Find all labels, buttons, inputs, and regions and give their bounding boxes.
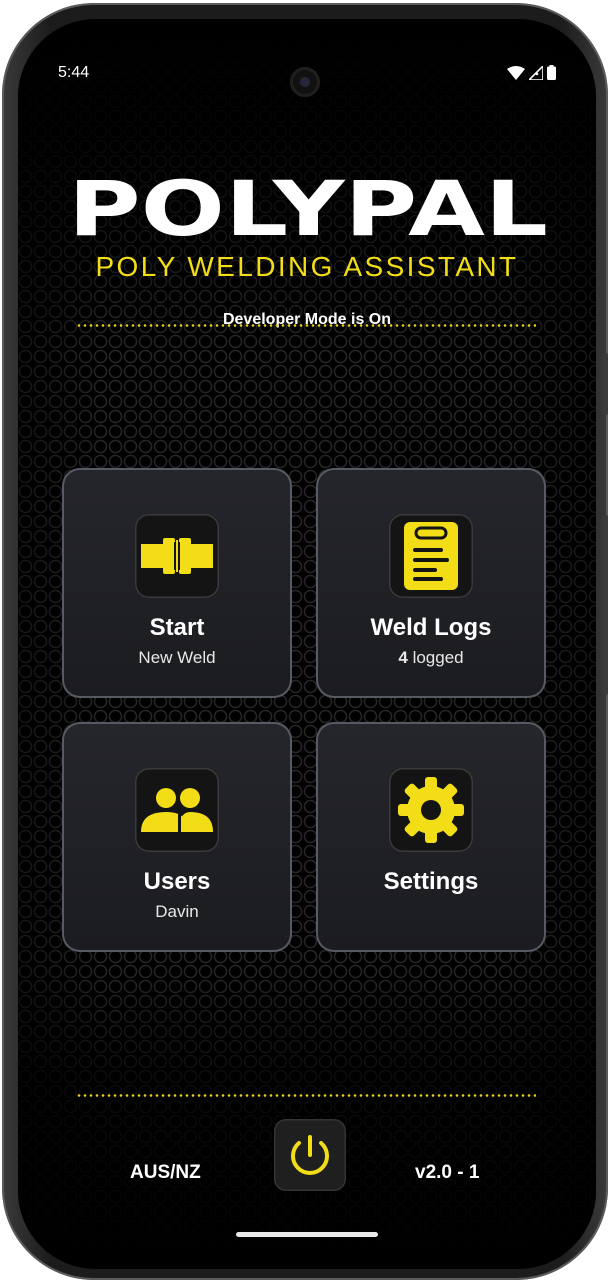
power-side-button xyxy=(603,515,608,695)
region-label: AUS/NZ xyxy=(130,1162,201,1183)
weld-logs-count: 4 xyxy=(398,648,408,667)
bottom-divider xyxy=(76,1094,536,1097)
power-icon xyxy=(291,1135,329,1175)
battery-icon xyxy=(547,65,556,80)
cell-signal-icon xyxy=(529,65,543,80)
pipe-coupler-icon xyxy=(141,538,213,574)
svg-text:POLYPAL: POLYPAL xyxy=(68,177,548,237)
front-camera xyxy=(290,67,320,97)
weld-logs-tile[interactable]: Weld Logs 4 logged xyxy=(316,468,546,698)
clipboard-list-icon xyxy=(404,522,458,590)
start-subtitle: New Weld xyxy=(138,648,216,667)
weld-logs-label: logged xyxy=(412,648,464,667)
wifi-icon xyxy=(507,65,525,80)
app-subtitle: POLY WELDING ASSISTANT xyxy=(95,251,519,282)
power-button[interactable] xyxy=(274,1119,346,1191)
settings-title: Settings xyxy=(383,868,479,895)
start-tile[interactable]: Start New Weld xyxy=(62,468,292,698)
users-subtitle: Davin xyxy=(155,902,199,921)
start-title: Start xyxy=(149,614,205,641)
phone-frame: 5:44 POLYPAL POLY WELDING ASSISTANT Deve… xyxy=(2,3,608,1280)
settings-tile[interactable]: Settings xyxy=(316,722,546,952)
volume-button xyxy=(603,353,608,415)
users-icon xyxy=(141,788,213,832)
weld-logs-subtitle: 4 logged xyxy=(316,648,546,668)
status-icons xyxy=(507,65,556,80)
users-title: Users xyxy=(143,868,211,895)
home-indicator[interactable] xyxy=(236,1232,378,1237)
app-screen: 5:44 POLYPAL POLY WELDING ASSISTANT Deve… xyxy=(18,19,596,1269)
weld-logs-title: Weld Logs xyxy=(370,614,492,641)
top-divider xyxy=(76,324,536,327)
weld-logs-icon-box xyxy=(389,514,473,598)
users-icon-box xyxy=(135,768,219,852)
settings-icon-box xyxy=(389,768,473,852)
status-time: 5:44 xyxy=(58,64,90,81)
start-icon-box xyxy=(135,514,219,598)
users-tile[interactable]: Users Davin xyxy=(62,722,292,952)
gear-icon xyxy=(398,777,464,843)
version-label: v2.0 - 1 xyxy=(415,1162,480,1183)
polypal-logo: POLYPAL xyxy=(68,177,548,237)
